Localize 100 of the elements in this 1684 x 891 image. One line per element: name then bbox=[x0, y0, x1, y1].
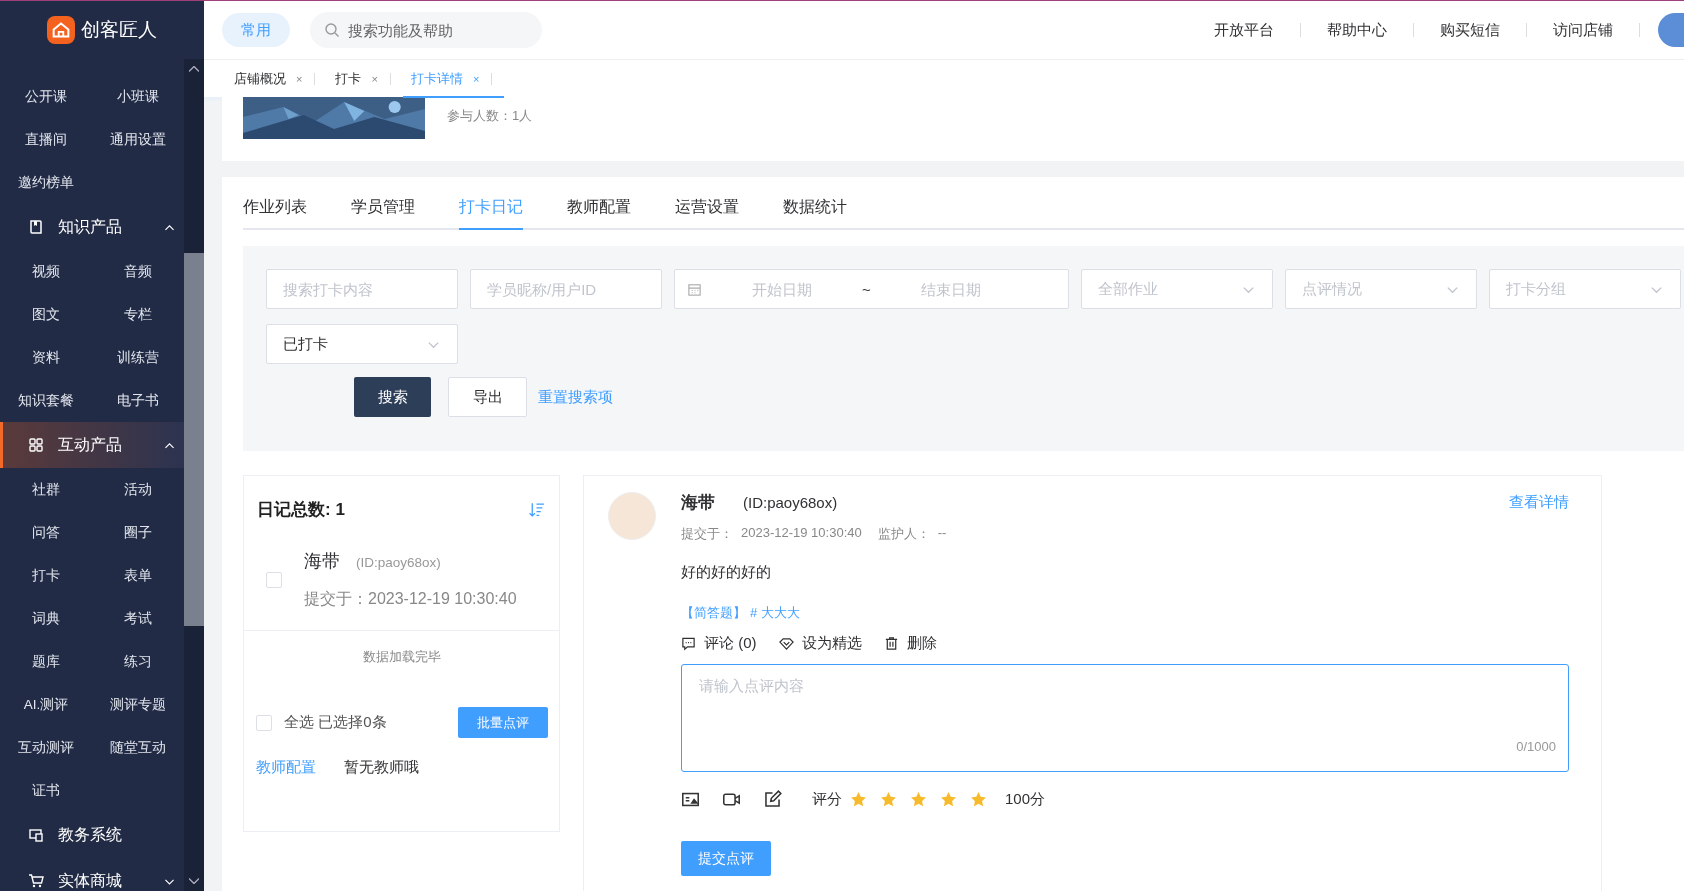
sidebar-item[interactable]: AI.测评 bbox=[0, 683, 92, 726]
diary-count: 日记总数: 1 bbox=[257, 499, 345, 521]
sidebar-item[interactable]: 活动 bbox=[92, 468, 184, 511]
nav-link[interactable]: 访问店铺 bbox=[1527, 20, 1639, 40]
page-tab[interactable]: 打卡 × bbox=[327, 59, 403, 98]
sidebar-item[interactable]: 考试 bbox=[92, 597, 184, 640]
comment-input[interactable]: 请输入点评内容 bbox=[697, 675, 1553, 735]
sidebar-item[interactable]: 词典 bbox=[0, 597, 92, 640]
sidebar-item[interactable]: 问答 bbox=[0, 511, 92, 554]
sidebar-item[interactable]: 表单 bbox=[92, 554, 184, 597]
checkbox[interactable] bbox=[256, 714, 272, 731]
topic-tag: # 大大大 bbox=[750, 604, 800, 622]
action-button[interactable]: 设为精选 bbox=[778, 634, 862, 653]
student-name: 海带 bbox=[304, 550, 340, 573]
sidebar-item[interactable]: 社群 bbox=[0, 468, 92, 511]
sidebar-group[interactable]: 实体商城 bbox=[0, 858, 184, 891]
text-field[interactable]: 搜索打卡内容 bbox=[266, 269, 458, 309]
scrollbar[interactable] bbox=[184, 59, 204, 891]
scrollbar-thumb[interactable] bbox=[184, 253, 204, 626]
avatar bbox=[608, 492, 656, 540]
sidebar-item[interactable]: 资料 bbox=[0, 336, 92, 379]
student-id: (ID:paoy68ox) bbox=[356, 555, 441, 570]
video-icon[interactable] bbox=[722, 790, 741, 809]
submit-time: 2023-12-19 10:30:40 bbox=[741, 525, 862, 542]
star-icon[interactable] bbox=[940, 791, 957, 808]
rating-label: 评分 bbox=[812, 790, 842, 809]
action-button[interactable]: 评论 (0) bbox=[681, 634, 757, 653]
character-count: 0/1000 bbox=[1516, 739, 1556, 754]
tab[interactable]: 数据统计 bbox=[783, 197, 847, 230]
sidebar-item[interactable]: 知识套餐 bbox=[0, 379, 92, 422]
select-all-label: 全选 已选择0条 bbox=[284, 713, 388, 732]
tab[interactable]: 学员管理 bbox=[351, 197, 415, 230]
devices-icon bbox=[28, 827, 44, 843]
cart-icon bbox=[28, 873, 44, 889]
sidebar-item[interactable]: 邀约榜单 bbox=[0, 161, 92, 204]
nav-link[interactable]: 帮助中心 bbox=[1301, 20, 1413, 40]
sidebar-item[interactable]: 小班课 bbox=[92, 75, 184, 118]
logo-text: 创客匠人 bbox=[81, 18, 157, 42]
sidebar-item[interactable]: 直播间 bbox=[0, 118, 92, 161]
sidebar-item[interactable]: 图文 bbox=[0, 293, 92, 336]
diamond-icon bbox=[778, 636, 794, 651]
select-field[interactable]: 已打卡 bbox=[266, 324, 458, 364]
submit-label: 提交于： bbox=[681, 525, 733, 543]
tab[interactable]: 教师配置 bbox=[567, 197, 631, 230]
star-icon[interactable] bbox=[970, 791, 987, 808]
star-icon[interactable] bbox=[850, 791, 867, 808]
action-button[interactable]: 删除 bbox=[883, 634, 937, 653]
export-button[interactable]: 导出 bbox=[448, 377, 527, 417]
tab[interactable]: 运营设置 bbox=[675, 197, 739, 230]
image-icon[interactable] bbox=[681, 790, 700, 809]
sidebar-item[interactable]: 专栏 bbox=[92, 293, 184, 336]
load-status: 数据加载完毕 bbox=[361, 648, 442, 666]
sidebar-item[interactable]: 随堂互动 bbox=[92, 726, 184, 769]
sidebar-item[interactable]: 互动测评 bbox=[0, 726, 92, 769]
nav-link[interactable]: 开放平台 bbox=[1188, 20, 1300, 40]
sidebar-item[interactable]: 电子书 bbox=[92, 379, 184, 422]
sidebar-group[interactable]: 教务系统 bbox=[0, 812, 184, 858]
edit-icon[interactable] bbox=[763, 790, 782, 809]
scroll-down-icon bbox=[189, 878, 199, 884]
close-button[interactable]: × bbox=[296, 72, 303, 85]
sidebar-item[interactable]: 测评专题 bbox=[92, 683, 184, 726]
scroll-up-icon bbox=[189, 66, 199, 72]
diary-entry[interactable]: 海带 (ID:paoy68ox) 提交于：2023-12-19 10:30:40 bbox=[244, 521, 559, 631]
search-field[interactable]: 搜索功能及帮助 bbox=[310, 12, 542, 48]
sidebar-group[interactable]: 互动产品 bbox=[0, 422, 184, 468]
date-range-field[interactable]: 开始日期 ~ 结束日期 bbox=[674, 269, 1069, 309]
guardian-value: -- bbox=[937, 525, 947, 542]
sidebar-item[interactable]: 练习 bbox=[92, 640, 184, 683]
comment-icon bbox=[681, 636, 696, 651]
sidebar-item[interactable]: 视频 bbox=[0, 250, 92, 293]
sidebar-item[interactable]: 通用设置 bbox=[92, 118, 184, 161]
search-icon bbox=[324, 22, 340, 38]
search-button[interactable]: 搜索 bbox=[354, 377, 431, 417]
submit-time: 提交于：2023-12-19 10:30:40 bbox=[304, 589, 517, 609]
student-id: (ID:paoy68ox) bbox=[743, 494, 838, 511]
sidebar-item[interactable]: 证书 bbox=[0, 769, 92, 812]
grid-icon bbox=[28, 437, 44, 453]
tab[interactable]: 作业列表 bbox=[243, 197, 307, 230]
search-input[interactable]: 搜索功能及帮助 bbox=[346, 20, 526, 40]
trash-icon bbox=[883, 636, 899, 651]
end-date-input[interactable]: 结束日期 bbox=[870, 279, 1031, 299]
sidebar-group[interactable]: 知识产品 bbox=[0, 204, 184, 250]
text-field[interactable]: 学员昵称/用户ID bbox=[470, 269, 662, 309]
sidebar-item[interactable]: 打卡 bbox=[0, 554, 92, 597]
sort-icon[interactable] bbox=[528, 501, 545, 518]
sidebar-item[interactable]: 题库 bbox=[0, 640, 92, 683]
sidebar-item[interactable]: 圈子 bbox=[92, 511, 184, 554]
close-button[interactable]: × bbox=[371, 72, 378, 85]
avatar[interactable] bbox=[1658, 13, 1684, 47]
sidebar-item[interactable]: 公开课 bbox=[0, 75, 92, 118]
sidebar-item[interactable]: 音频 bbox=[92, 250, 184, 293]
page-tab[interactable]: 店铺概况 × bbox=[226, 59, 328, 98]
sidebar-item[interactable]: 训练营 bbox=[92, 336, 184, 379]
nav-link[interactable]: 购买短信 bbox=[1414, 20, 1526, 40]
star-icon[interactable] bbox=[880, 791, 897, 808]
star-icon[interactable] bbox=[910, 791, 927, 808]
empty-teacher-text: 暂无教师哦 bbox=[344, 758, 419, 777]
student-name: 海带 bbox=[681, 492, 715, 514]
start-date-input[interactable]: 开始日期 bbox=[702, 279, 862, 299]
checkbox[interactable] bbox=[266, 571, 282, 588]
